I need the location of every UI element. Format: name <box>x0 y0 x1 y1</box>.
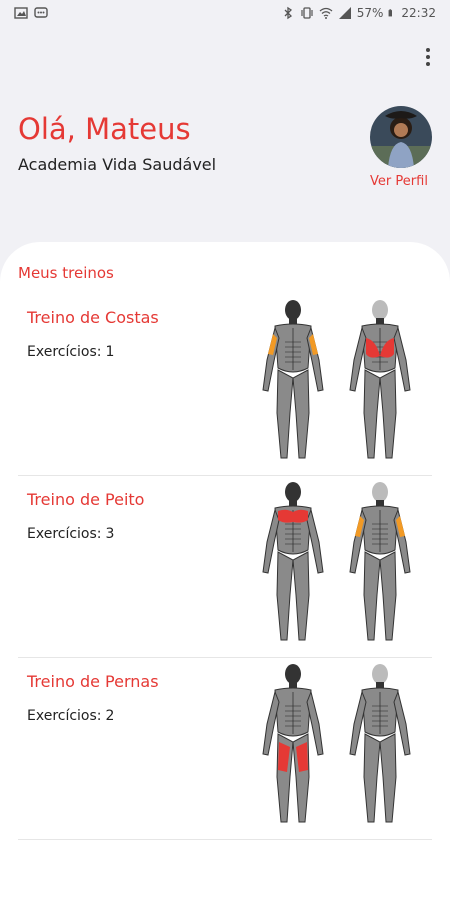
vibrate-icon <box>301 7 313 19</box>
workout-item-peito[interactable]: Treino de Peito Exercícios: 3 <box>0 480 450 658</box>
wifi-icon <box>319 7 333 19</box>
battery-percentage: 57% <box>356 6 384 20</box>
message-notification-icon <box>34 7 48 18</box>
exercise-count: Exercícios: 2 <box>27 708 114 724</box>
view-profile-link[interactable]: Ver Perfil <box>362 174 436 189</box>
workout-name: Treino de Peito <box>27 490 145 509</box>
clock: 22:32 <box>401 6 436 20</box>
signal-icon <box>338 7 351 19</box>
exercise-count-label: Exercícios: <box>27 708 102 724</box>
divider <box>18 475 432 476</box>
battery-icon <box>388 9 393 17</box>
divider <box>18 839 432 840</box>
workout-name: Treino de Pernas <box>27 672 159 691</box>
exercise-count-label: Exercícios: <box>27 526 102 542</box>
overflow-menu-icon[interactable] <box>424 46 432 68</box>
gym-name: Academia Vida Saudável <box>18 155 217 174</box>
muscle-map-image <box>262 300 411 459</box>
divider <box>18 657 432 658</box>
workout-item-costas[interactable]: Treino de Costas Exercícios: 1 <box>0 298 450 476</box>
section-title: Meus treinos <box>18 264 114 282</box>
exercise-count: Exercícios: 1 <box>27 344 114 360</box>
profile-photo <box>370 106 432 168</box>
workout-name: Treino de Costas <box>27 308 159 327</box>
gallery-notification-icon <box>14 7 28 19</box>
greeting-title: Olá, Mateus <box>18 112 191 146</box>
exercise-count-label: Exercícios: <box>27 344 102 360</box>
bluetooth-icon <box>284 6 292 20</box>
exercise-count: Exercícios: 3 <box>27 526 114 542</box>
muscle-map-image <box>262 664 411 823</box>
exercise-count-value: 2 <box>105 708 115 724</box>
muscle-map-image <box>262 482 411 641</box>
exercise-count-value: 1 <box>105 344 115 360</box>
workout-item-pernas[interactable]: Treino de Pernas Exercícios: 2 <box>0 662 450 840</box>
status-bar: 57% 22:32 <box>0 0 450 28</box>
exercise-count-value: 3 <box>105 526 115 542</box>
avatar[interactable] <box>370 106 432 168</box>
